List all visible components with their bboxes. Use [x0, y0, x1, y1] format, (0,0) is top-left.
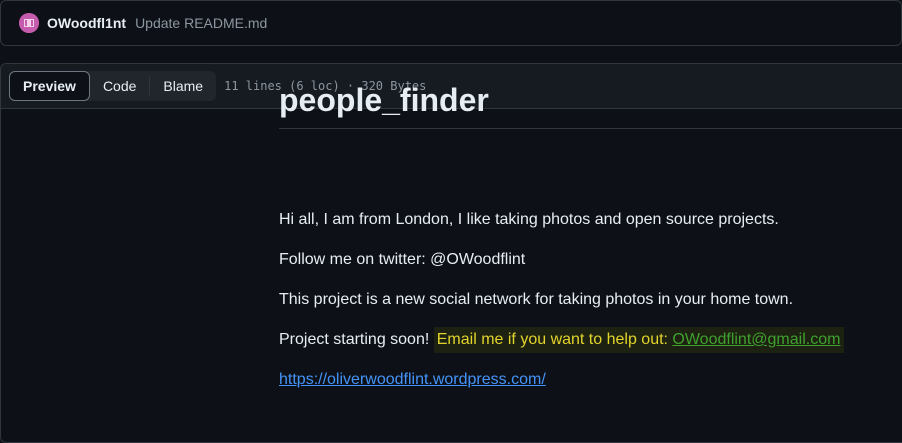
readme-content: people_finder Hi all, I am from London, …: [279, 80, 902, 388]
contact-prefix: Project starting soon!: [279, 331, 434, 348]
readme-paragraph-twitter: Follow me on twitter: @OWoodflint: [279, 251, 526, 268]
contact-highlight-text: Email me if you want to help out:: [436, 331, 673, 348]
readme-paragraph-url: https://oliverwoodflint.wordpress.com/: [279, 368, 546, 392]
readme-title: people_finder: [279, 80, 902, 129]
readme-paragraph-intro: Hi all, I am from London, I like taking …: [279, 211, 779, 228]
readme-paragraph-contact: Project starting soon! Email me if you w…: [279, 327, 845, 353]
tab-code[interactable]: Code: [90, 71, 149, 101]
website-link[interactable]: https://oliverwoodflint.wordpress.com/: [279, 371, 546, 388]
view-mode-segmented-control: Preview Code Blame: [9, 71, 217, 101]
commit-author-link[interactable]: OWoodfl1nt: [47, 15, 126, 31]
commit-bar: OWoodfl1nt Update README.md: [0, 0, 902, 46]
contact-highlight: Email me if you want to help out: OWoodf…: [433, 327, 845, 353]
avatar-icon[interactable]: [19, 13, 39, 33]
commit-message-link[interactable]: Update README.md: [135, 15, 267, 31]
tab-preview[interactable]: Preview: [9, 71, 90, 101]
email-link[interactable]: OWoodflint@gmail.com: [672, 331, 840, 348]
readme-paragraph-project: This project is a new social network for…: [279, 291, 794, 308]
tab-blame[interactable]: Blame: [150, 71, 216, 101]
